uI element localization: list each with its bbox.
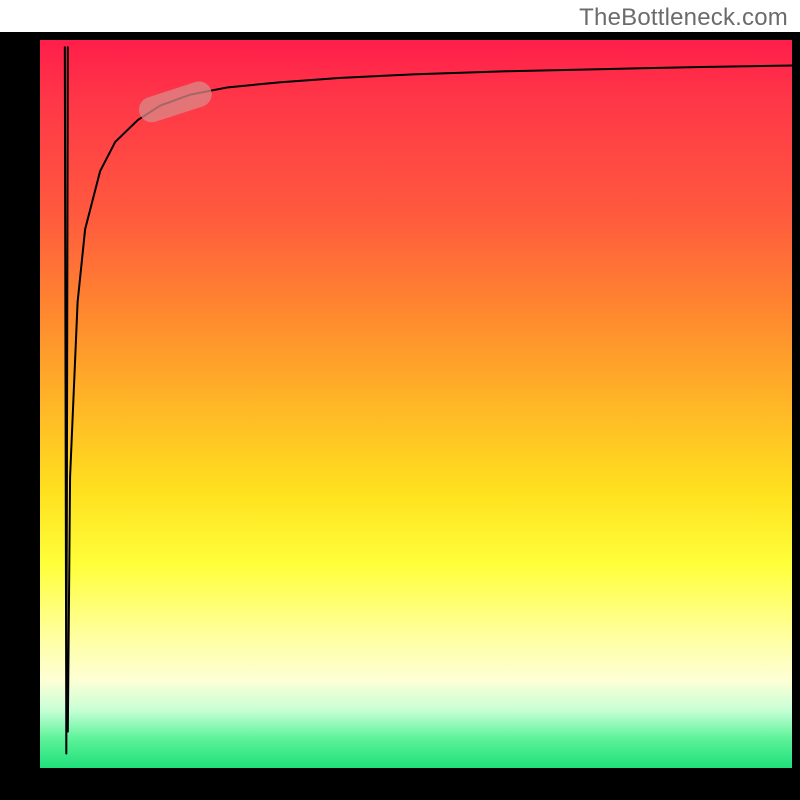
series-spike [65, 47, 68, 753]
chart-stage: TheBottleneck.com [0, 0, 800, 800]
plot-overlay [40, 40, 792, 768]
watermark-text: TheBottleneck.com [579, 4, 788, 32]
frame-right [792, 32, 800, 768]
frame-bottom [0, 768, 800, 800]
frame-top [0, 32, 800, 40]
series-curve [68, 65, 792, 731]
frame-left [0, 32, 40, 768]
highlight-pill [136, 78, 215, 125]
